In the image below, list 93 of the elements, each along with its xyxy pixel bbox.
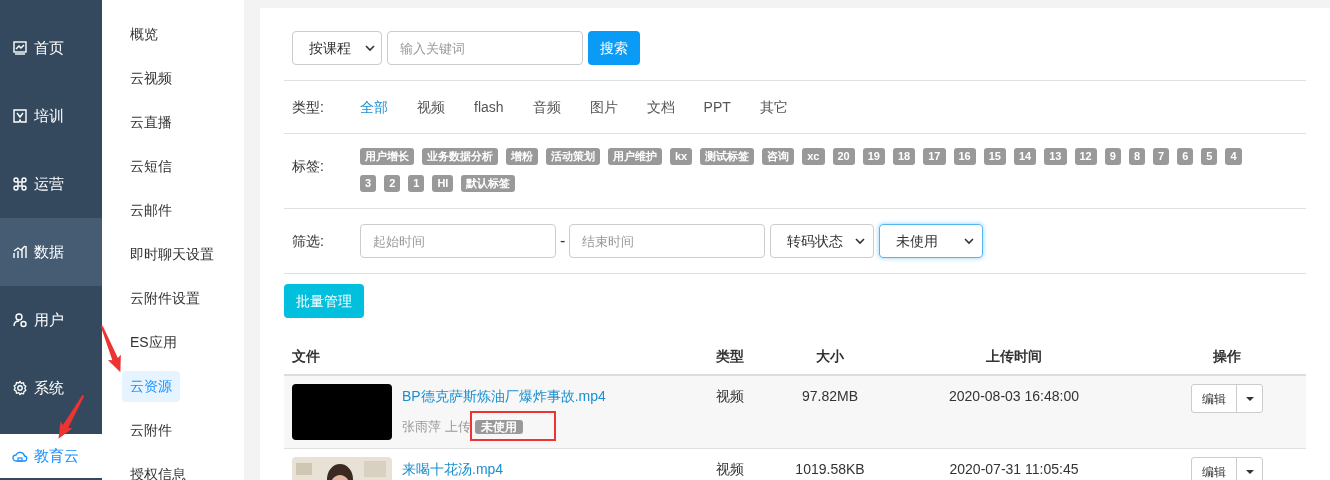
transcode-select[interactable]: 转码状态 <box>770 224 875 258</box>
book-icon <box>12 108 28 124</box>
tag-chip[interactable]: 用户增长 <box>360 148 414 165</box>
table-cell: 2020-07-31 11:05:45 <box>949 461 1079 477</box>
command-icon <box>12 176 28 192</box>
user-icon <box>12 312 28 328</box>
tag-chip[interactable]: 默认标签 <box>461 175 516 192</box>
nav-item[interactable]: 数据 <box>0 218 102 286</box>
tag-chip[interactable]: 7 <box>1153 148 1170 165</box>
tag-chip[interactable]: 用户维护 <box>608 148 662 165</box>
nav-item[interactable]: 教育云 <box>0 434 102 478</box>
nav-item[interactable]: 运营 <box>0 150 102 218</box>
submenu-item[interactable]: 云附件设置 <box>122 282 208 314</box>
tag-chip[interactable]: 6 <box>1177 148 1194 165</box>
usage-select[interactable]: 未使用 <box>879 224 984 258</box>
caret-icon <box>1245 396 1254 401</box>
type-filter-link[interactable]: 文档 <box>646 96 675 118</box>
type-filter-link[interactable]: 全部 <box>360 96 388 118</box>
tag-chip[interactable]: 15 <box>983 148 1006 165</box>
scope-select[interactable]: 按课程 <box>292 31 382 65</box>
range-separator: - <box>560 231 566 251</box>
tag-chip[interactable]: 活动策划 <box>546 148 600 165</box>
caret-icon <box>1245 469 1254 474</box>
tag-chip[interactable]: 2 <box>384 175 401 192</box>
column-header: 上传时间 <box>986 347 1042 364</box>
tag-chip[interactable]: 增粉 <box>506 148 538 165</box>
tag-chip[interactable]: 16 <box>953 148 976 165</box>
filter-label: 标签: <box>292 157 325 176</box>
tag-chip[interactable]: 5 <box>1201 148 1218 165</box>
column-header: 类型 <box>716 347 744 364</box>
tag-chip[interactable]: kx <box>670 148 693 165</box>
tag-chip[interactable]: 4 <box>1225 148 1242 165</box>
type-filter-link[interactable]: 音频 <box>532 96 561 118</box>
status-badge: 未使用 <box>474 420 523 434</box>
chevron-down-icon <box>855 237 866 245</box>
filter-label: 筛选: <box>292 231 325 251</box>
table-cell: 1019.58KB <box>795 461 865 477</box>
submenu-item[interactable]: 云资源 <box>122 370 180 402</box>
file-link[interactable]: BP德克萨斯炼油厂爆炸事故.mp4 <box>402 386 606 407</box>
submenu-item[interactable]: 云直播 <box>122 106 180 138</box>
type-filter-link[interactable]: PPT <box>703 96 731 118</box>
nav-item[interactable]: 系统 <box>0 354 102 422</box>
table-cell: 视频 <box>716 461 744 477</box>
search-field[interactable]: 输入关键词 <box>387 31 583 65</box>
type-filter-link[interactable]: flash <box>474 96 504 118</box>
tag-chip[interactable]: 1 <box>408 175 425 192</box>
type-filter-link[interactable]: 视频 <box>417 96 445 118</box>
submenu-item[interactable]: 云邮件 <box>122 194 180 226</box>
bar-chart-icon <box>12 244 28 260</box>
column-header: 文件 <box>292 347 320 364</box>
table-cell: 2020-08-03 16:48:00 <box>949 388 1079 404</box>
batch-manage-button[interactable]: 批量管理 <box>284 284 364 318</box>
nav-item[interactable]: 用户 <box>0 286 102 354</box>
submenu-item[interactable]: ES应用 <box>122 326 185 358</box>
end-date-field[interactable]: 结束时间 <box>569 224 766 258</box>
table-cell: 97.82MB <box>801 388 858 404</box>
start-date-field[interactable]: 起始时间 <box>360 224 556 258</box>
uploader-text: 张雨萍 上传 <box>402 418 471 436</box>
tag-chip[interactable]: 20 <box>832 148 855 165</box>
column-header: 大小 <box>816 347 844 364</box>
nav-item[interactable]: 首页 <box>0 14 102 82</box>
tag-chip[interactable]: 19 <box>862 148 885 165</box>
settings-icon <box>12 380 28 396</box>
file-link[interactable]: 来喝十花汤.mp4 <box>402 459 504 480</box>
submenu-item[interactable]: 即时聊天设置 <box>122 238 222 270</box>
tag-chip[interactable]: 18 <box>893 148 916 165</box>
table-cell: 视频 <box>716 388 744 404</box>
submenu-item[interactable]: 云短信 <box>122 150 180 182</box>
tag-chip[interactable]: 业务数据分析 <box>422 148 498 165</box>
tag-chip[interactable]: 13 <box>1044 148 1067 165</box>
tag-chip[interactable]: 咨询 <box>762 148 795 165</box>
tag-chip[interactable]: 9 <box>1104 148 1121 165</box>
tag-chip[interactable]: HI <box>432 175 454 192</box>
submenu-item[interactable]: 云视频 <box>122 62 180 94</box>
tag-chip[interactable]: 3 <box>360 175 377 192</box>
tag-chip[interactable]: 8 <box>1128 148 1145 165</box>
monitor-chart-icon <box>12 40 28 56</box>
type-filter-link[interactable]: 其它 <box>759 96 788 118</box>
search-button[interactable]: 搜索 <box>588 31 640 65</box>
tag-chip[interactable]: 17 <box>923 148 946 165</box>
submenu-item[interactable]: 云附件 <box>122 414 180 446</box>
tag-chip[interactable]: 12 <box>1074 148 1097 165</box>
tag-chip[interactable]: xc <box>802 148 825 165</box>
column-header: 操作 <box>1213 347 1241 364</box>
type-filter-link[interactable]: 图片 <box>589 96 618 118</box>
chevron-down-icon <box>365 44 375 52</box>
tag-chip[interactable]: 测试标签 <box>700 148 755 165</box>
tag-chip[interactable]: 14 <box>1014 148 1037 165</box>
submenu-item[interactable]: 授权信息 <box>122 458 194 480</box>
submenu-item[interactable]: 概览 <box>122 18 166 50</box>
filter-label: 类型: <box>292 97 325 117</box>
chevron-down-icon <box>964 237 975 245</box>
nav-item[interactable]: 培训 <box>0 82 102 150</box>
